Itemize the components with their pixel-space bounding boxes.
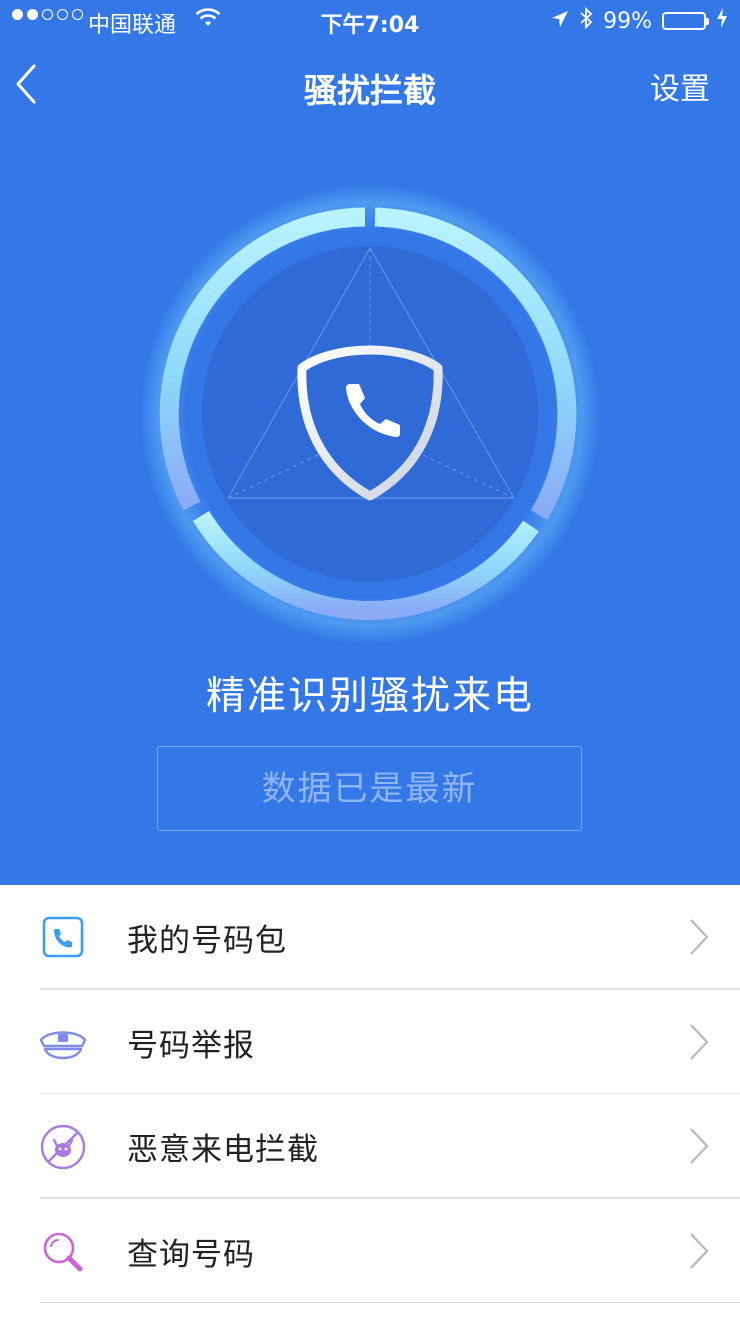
menu-item-my-number-pack[interactable]: 我的号码包: [0, 885, 740, 990]
hero-panel: 中国联通 下午7:04 99% 骚扰拦截 设置 精准识别骚扰来电 数据已是最新: [0, 0, 740, 885]
police-cap-icon: [38, 1018, 88, 1068]
menu-item-malicious-call-block[interactable]: 恶意来电拦截: [0, 1094, 740, 1199]
phone-book-icon: [38, 913, 88, 963]
menu-item-number-report[interactable]: 号码举报: [0, 990, 740, 1094]
menu-list: 我的号码包 号码举报 恶意来电拦截 查询号码: [0, 885, 740, 1303]
update-data-button[interactable]: 数据已是最新: [157, 746, 582, 831]
chevron-right-icon: [688, 1231, 710, 1271]
menu-item-label: 号码举报: [127, 1027, 255, 1064]
menu-item-query-number[interactable]: 查询号码: [0, 1199, 740, 1303]
menu-item-label: 我的号码包: [127, 923, 287, 959]
protection-ring: [140, 184, 600, 644]
headline: 精准识别骚扰来电: [205, 674, 534, 719]
divider: [40, 1301, 740, 1303]
chevron-right-icon: [688, 1126, 710, 1166]
devil-block-icon: [38, 1122, 88, 1172]
chevron-right-icon: [688, 1022, 710, 1062]
menu-item-label: 查询号码: [127, 1236, 255, 1273]
chevron-right-icon: [688, 917, 710, 957]
menu-item-label: 恶意来电拦截: [127, 1132, 319, 1168]
magnifier-icon: [38, 1227, 88, 1277]
